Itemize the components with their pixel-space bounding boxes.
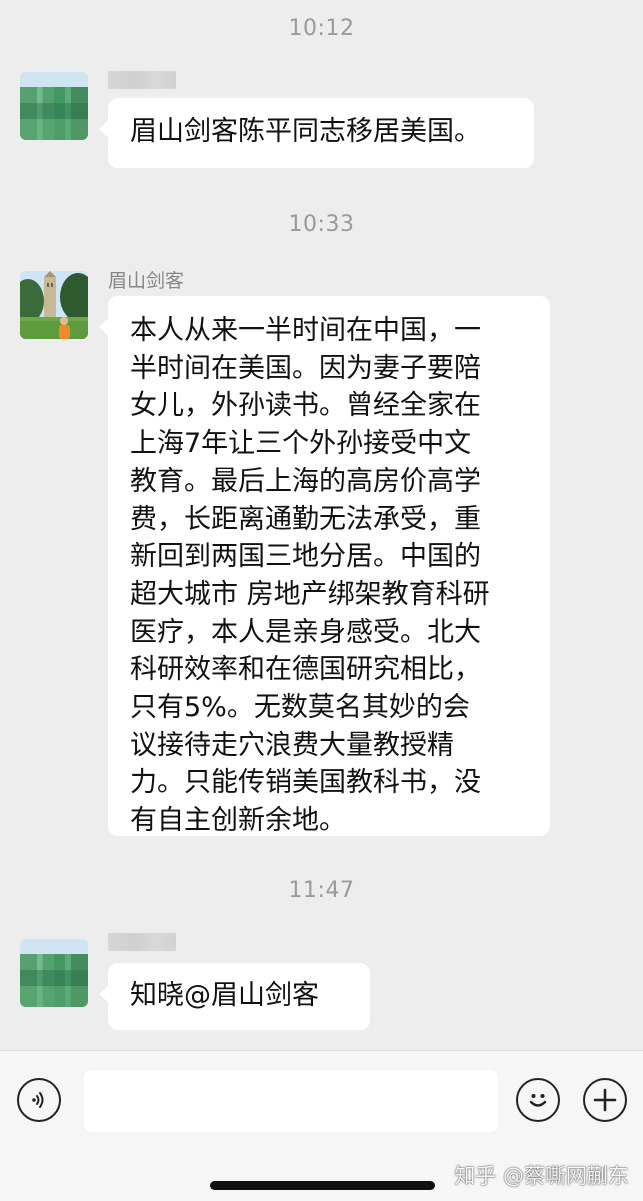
message-text-line: 上海7年让三个外孙接受中文	[130, 428, 472, 460]
chat-screen: 10:12 眉山剑客陈平同志移居美国。 10:33 眉山剑客 本人从来一半时间在…	[0, 0, 643, 1201]
voice-icon	[32, 1092, 44, 1108]
message-text-line: 超大城市 房地产绑架教育科研	[130, 578, 490, 610]
message-bubble[interactable]: 眉山剑客陈平同志移居美国。	[99, 98, 534, 168]
emoji-icon	[529, 1094, 547, 1107]
message-text: 眉山剑客陈平同志移居美国。	[130, 116, 481, 147]
avatar[interactable]	[20, 939, 88, 1007]
message-bubble[interactable]: 本人从来一半时间在中国，一 半时间在美国。因为妻子要陪 女儿，外孙读书。曾经全家…	[99, 296, 550, 836]
avatar-photo-icon	[20, 271, 88, 339]
sender-name-redacted	[108, 71, 176, 89]
message-text-line: 有自主创新余地。	[130, 805, 346, 837]
message-text-line: 半时间在美国。因为妻子要陪	[130, 352, 481, 384]
message-text-line: 只有5%。无数莫名其妙的会	[130, 692, 470, 724]
message-text-line: 议接待走穴浪费大量教授精	[130, 729, 454, 761]
watermark: 知乎 @蔡嘶网蒯东	[454, 1164, 629, 1188]
message-text: 知晓@眉山剑客	[130, 980, 319, 1011]
message-text-line: 费，长距离通勤无法承受，重	[130, 503, 481, 535]
avatar[interactable]	[20, 271, 88, 339]
message-text-line: 女儿，外孙读书。曾经全家在	[130, 390, 481, 422]
timestamp: 11:47	[288, 878, 355, 903]
message-text-line: 新回到两国三地分居。中国的	[130, 541, 481, 573]
voice-button[interactable]	[17, 1078, 61, 1122]
timestamp: 10:12	[288, 16, 355, 41]
message-bubble[interactable]: 知晓@眉山剑客	[99, 963, 370, 1030]
message-text-line: 本人从来一半时间在中国，一	[130, 315, 481, 346]
sender-name-redacted	[108, 933, 176, 951]
sender-name: 眉山剑客	[108, 270, 185, 292]
timestamp: 10:33	[288, 212, 355, 237]
emoji-button[interactable]	[516, 1078, 560, 1122]
avatar[interactable]	[20, 72, 88, 140]
message-text-line: 力。只能传销美国教科书，没	[130, 767, 481, 799]
more-button[interactable]	[583, 1078, 627, 1122]
message-text-line: 医疗，本人是亲身感受。北大	[130, 616, 481, 648]
home-indicator[interactable]	[210, 1181, 435, 1190]
message-input[interactable]	[84, 1070, 498, 1132]
message-text-line: 科研效率和在德国研究相比，	[130, 654, 481, 686]
plus-icon	[593, 1088, 617, 1112]
message-text-line: 教育。最后上海的高房价高学	[130, 465, 481, 497]
